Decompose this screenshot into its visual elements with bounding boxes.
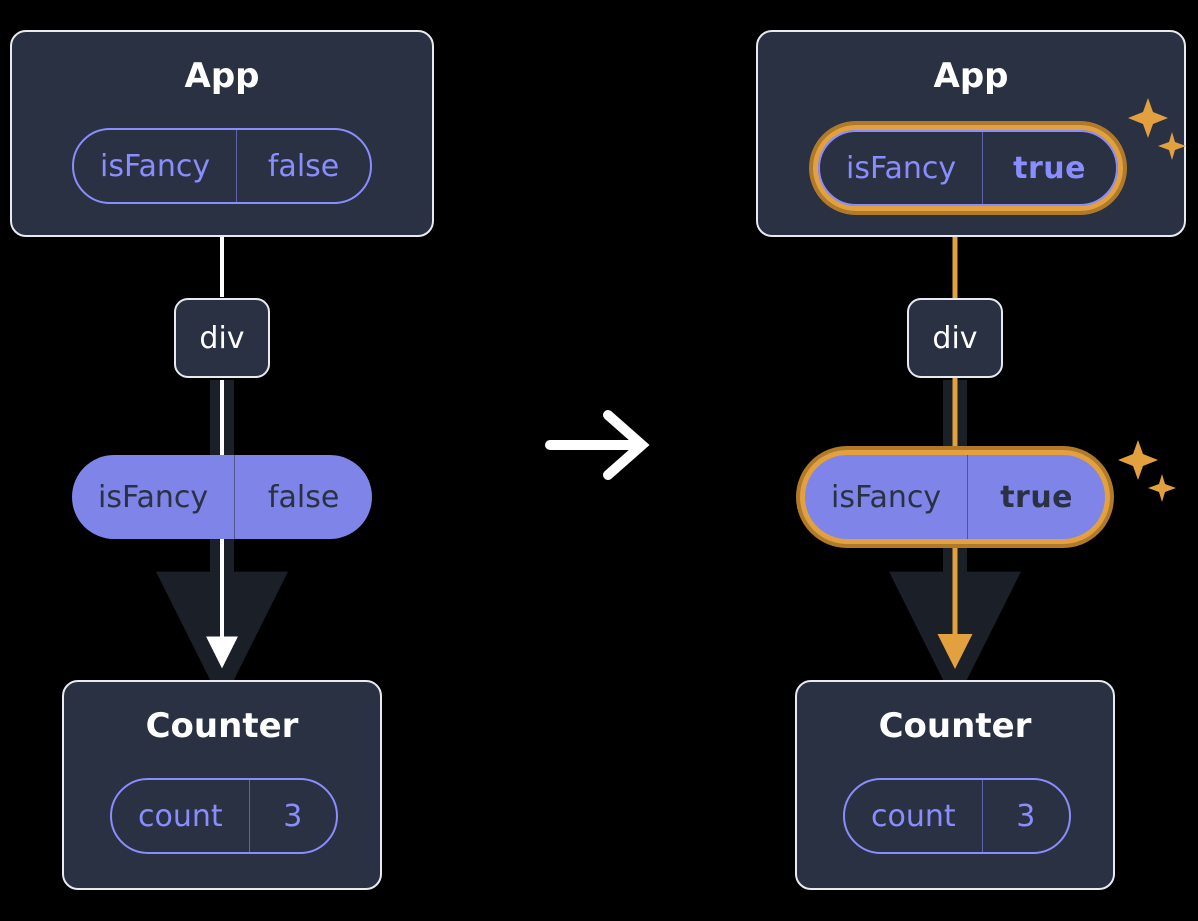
pill-sep (982, 132, 983, 204)
pill-sep (234, 455, 235, 539)
div-label-right: div (932, 321, 977, 356)
counter-title-left: Counter (64, 706, 380, 746)
counter-title-right: Counter (797, 706, 1113, 746)
app-state-key-left: isFancy (74, 130, 236, 202)
app-state-pill-right: isFancy true (818, 130, 1118, 206)
counter-state-key-right: count (845, 780, 982, 852)
counter-state-pill-left: count 3 (110, 778, 338, 854)
center-arrow (550, 415, 642, 475)
app-state-pill-left: isFancy false (72, 128, 372, 204)
app-title-right: App (758, 56, 1184, 96)
pill-sep (982, 780, 983, 852)
prop-key-right: isFancy (805, 455, 967, 539)
counter-state-value-left: 3 (250, 780, 336, 852)
prop-pill-left: isFancy false (72, 455, 372, 539)
prop-pill-right: isFancy true (805, 455, 1105, 539)
prop-key-left: isFancy (72, 455, 234, 539)
app-state-value-left: false (237, 130, 370, 202)
counter-box-right: Counter count 3 (795, 680, 1115, 890)
app-state-value-right: true (983, 132, 1116, 204)
app-box-left: App isFancy false (10, 30, 434, 237)
app-title-left: App (12, 56, 432, 96)
sparkle-icon (1118, 440, 1178, 510)
pill-sep (967, 455, 968, 539)
app-box-right: App isFancy true (756, 30, 1186, 237)
counter-state-key-left: count (112, 780, 249, 852)
app-state-key-right: isFancy (820, 132, 982, 204)
prop-value-left: false (235, 455, 372, 539)
diagram-stage: App isFancy false div isFancy false Coun… (0, 0, 1198, 921)
counter-state-pill-right: count 3 (843, 778, 1071, 854)
pill-sep (236, 130, 237, 202)
prop-value-right: true (968, 455, 1105, 539)
counter-box-left: Counter count 3 (62, 680, 382, 890)
pill-sep (249, 780, 250, 852)
counter-state-value-right: 3 (983, 780, 1069, 852)
div-box-left: div (174, 298, 270, 378)
div-box-right: div (907, 298, 1003, 378)
div-label-left: div (199, 321, 244, 356)
